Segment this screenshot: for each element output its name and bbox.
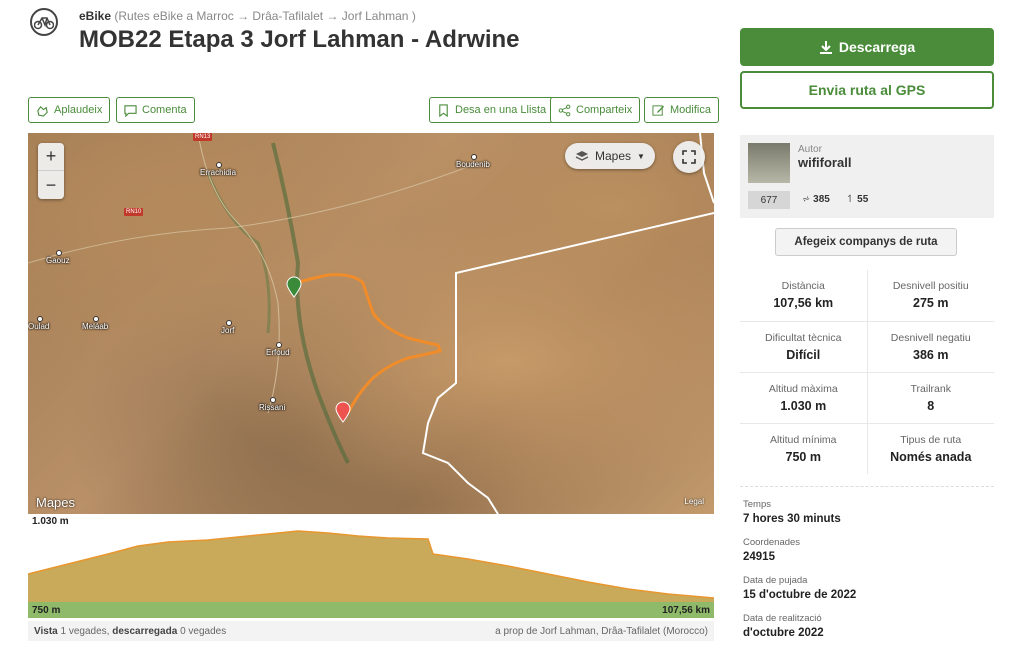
- stat-value: 8: [927, 399, 935, 413]
- profile-max-altitude: 1.030 m: [32, 516, 69, 527]
- stat-label: Altitud mínima: [769, 434, 837, 446]
- edit-label: Modifica: [670, 104, 711, 116]
- comment-icon: [124, 104, 137, 117]
- applaud-label: Aplaudeix: [54, 104, 103, 116]
- stat-label: Desnivell positiu: [892, 280, 969, 292]
- route-stats: Distància 107,56 km Desnivell positiu 275 …: [740, 270, 994, 474]
- detail-label: Data de realització: [743, 613, 822, 624]
- stat-value: 386 m: [913, 348, 949, 362]
- followers-icon: ⩫: [802, 194, 811, 205]
- breadcrumb-path[interactable]: (Rutes eBike a Marroc → Drâa-Tafilalet →…: [114, 9, 415, 23]
- stat-label: Trailrank: [910, 383, 951, 395]
- maps-logo: Mapes: [36, 495, 76, 510]
- place-label: Gaouz: [46, 250, 70, 265]
- save-list-button[interactable]: Desa en una Llista: [429, 97, 555, 123]
- view-stats: Vista 1 vegades, descarregada 0 vegades: [34, 625, 227, 637]
- detail-label: Temps: [743, 499, 771, 510]
- detail-value: 24915: [743, 551, 775, 563]
- comment-button[interactable]: Comenta: [116, 97, 195, 123]
- download-label: Descarrega: [838, 39, 916, 55]
- bookmark-icon: [439, 103, 448, 117]
- map-overlay: [28, 133, 714, 514]
- detail-value: 7 hores 30 minuts: [743, 513, 841, 525]
- share-label: Comparteix: [576, 104, 633, 116]
- zoom-out-button[interactable]: −: [38, 171, 64, 199]
- elevation-profile[interactable]: 1.030 m 750 m 107,56 km: [28, 514, 714, 618]
- stat-value: 107,56 km: [773, 296, 834, 310]
- author-name[interactable]: wififorall: [798, 155, 851, 170]
- stat-label: Distància: [781, 280, 825, 292]
- applaud-button[interactable]: Aplaudeix: [28, 97, 111, 123]
- end-marker[interactable]: [335, 401, 351, 423]
- author-followers: ⩫ 385: [802, 194, 830, 205]
- stat-value: 275 m: [913, 296, 949, 310]
- author-trail-count: 677: [748, 191, 790, 209]
- detail-value: 15 d'octubre de 2022: [743, 589, 857, 601]
- place-label: Jorf: [221, 320, 235, 335]
- map-type-selector[interactable]: Mapes ▼: [565, 143, 655, 169]
- stat-value: Només anada: [890, 450, 972, 464]
- stat-label: Dificultat tècnica: [765, 332, 842, 344]
- elevation-chart: [28, 530, 714, 618]
- place-label: Meláab: [82, 316, 109, 331]
- following-icon: ↿: [846, 194, 855, 205]
- road-label: RN10: [124, 208, 144, 216]
- stat-value: Difícil: [786, 348, 821, 362]
- stat-label: Desnivell negatiu: [890, 332, 971, 344]
- profile-distance: 107,56 km: [662, 605, 710, 616]
- avatar[interactable]: [748, 143, 790, 183]
- detail-label: Data de pujada: [743, 575, 808, 586]
- zoom-control: + −: [38, 143, 64, 199]
- place-label: Errachidia: [200, 162, 237, 177]
- edit-icon: [652, 104, 665, 116]
- legal-link[interactable]: Legal: [684, 497, 704, 506]
- start-marker[interactable]: [286, 276, 302, 298]
- send-gps-button[interactable]: Envia ruta al GPS: [740, 71, 994, 109]
- share-button[interactable]: Comparteix: [550, 97, 641, 123]
- layers-icon: [575, 151, 589, 161]
- save-list-label: Desa en una Llista: [455, 104, 547, 116]
- route-location[interactable]: a prop de Jorf Lahman, Drâa-Tafilalet (M…: [495, 626, 708, 637]
- breadcrumb: eBike (Rutes eBike a Marroc → Drâa-Tafil…: [79, 9, 416, 23]
- detail-label: Coordenades: [743, 537, 801, 548]
- edit-button[interactable]: Modifica: [644, 97, 719, 123]
- add-companions-button[interactable]: Afegeix companys de ruta: [775, 228, 957, 256]
- place-label: Rissani: [259, 397, 286, 412]
- route-map[interactable]: Errachidia Boudenib Gaouz Oulad Meláab J…: [28, 133, 714, 514]
- place-label: Erfoud: [266, 342, 290, 357]
- chevron-down-icon: ▼: [637, 151, 645, 161]
- fullscreen-icon: [682, 150, 696, 164]
- comment-label: Comenta: [142, 104, 187, 116]
- clap-icon: [37, 105, 48, 117]
- detail-value: d'octubre 2022: [743, 627, 824, 639]
- route-footer: Vista 1 vegades, descarregada 0 vegades …: [28, 621, 714, 641]
- profile-min-altitude: 750 m: [32, 605, 61, 616]
- stat-value: 750 m: [785, 450, 821, 464]
- author-card: Autor wififorall 677 ⩫ 385 ↿ 55: [740, 135, 994, 218]
- route-details: Temps 7 hores 30 minuts Coordenades 2491…: [740, 486, 994, 645]
- zoom-in-button[interactable]: +: [38, 143, 64, 171]
- download-button[interactable]: Descarrega: [740, 28, 994, 66]
- download-icon: [819, 41, 832, 54]
- road-label: RN13: [193, 133, 213, 141]
- share-icon: [558, 104, 571, 116]
- stat-label: Tipus de ruta: [900, 434, 962, 446]
- stat-value: 1.030 m: [780, 399, 827, 413]
- page-title: MOB22 Etapa 3 Jorf Lahman - Adrwine: [79, 26, 520, 53]
- activity-type[interactable]: eBike: [79, 9, 111, 23]
- author-label: Autor: [798, 144, 822, 155]
- stat-label: Altitud màxima: [768, 383, 838, 395]
- fullscreen-button[interactable]: [673, 141, 705, 173]
- ebike-icon: [30, 8, 58, 36]
- map-type-label: Mapes: [595, 149, 632, 163]
- place-label: Boudenib: [456, 154, 490, 169]
- place-label: Oulad: [28, 316, 50, 331]
- author-following: ↿ 55: [846, 194, 869, 205]
